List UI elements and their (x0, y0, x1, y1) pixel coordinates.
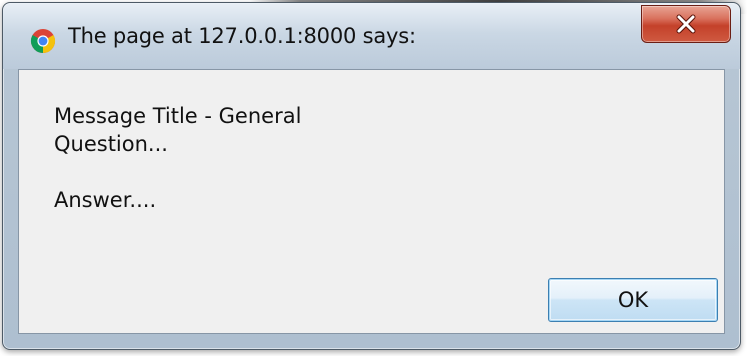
dialog-title: The page at 127.0.0.1:8000 says: (68, 24, 416, 48)
close-button[interactable] (641, 5, 731, 43)
ok-button[interactable]: OK (548, 278, 718, 322)
dialog-content: Message Title - General Question... Answ… (18, 69, 725, 334)
dialog-titlebar: The page at 127.0.0.1:8000 says: (3, 3, 740, 69)
alert-dialog: The page at 127.0.0.1:8000 says: Message… (2, 2, 741, 350)
chrome-icon (30, 28, 56, 54)
message-answer: Answer.... (54, 188, 157, 212)
message-gap (54, 158, 301, 186)
message-line: Message Title - General (54, 104, 302, 128)
message-line: Question... (54, 132, 168, 156)
dialog-message: Message Title - General Question... Answ… (54, 102, 301, 214)
close-icon (675, 14, 697, 34)
